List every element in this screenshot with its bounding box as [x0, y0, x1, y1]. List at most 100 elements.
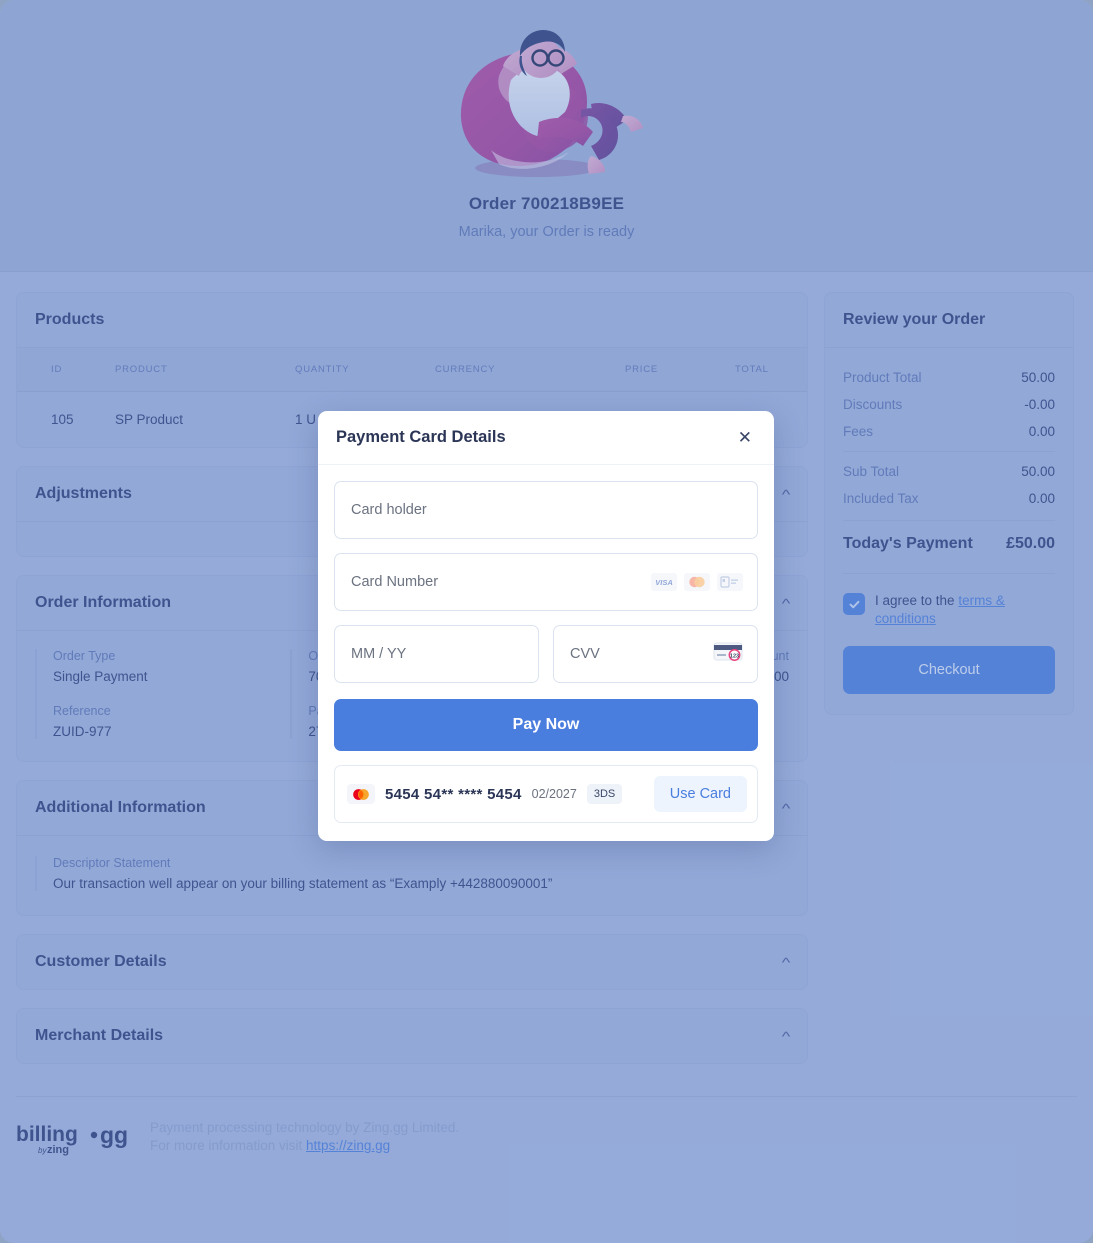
- footer-text: Payment processing technology by Zing.gg…: [150, 1119, 459, 1155]
- col-price: PRICE: [615, 348, 725, 392]
- chevron-up-icon[interactable]: ^: [782, 1030, 791, 1043]
- svg-text:zing: zing: [47, 1144, 69, 1156]
- billing-gg-logo: billing gg by zing: [16, 1119, 132, 1162]
- products-title: Products: [35, 311, 105, 328]
- products-table-head: ID PRODUCT QUANTITY CURRENCY PRICE TOTAL: [17, 348, 807, 392]
- sidebar-column: Review your Order Product Total 50.00 Di…: [824, 292, 1074, 716]
- merchant-details-header[interactable]: Merchant Details ^: [17, 1009, 807, 1063]
- svg-text:123: 123: [730, 653, 739, 659]
- summary-row-fees: Fees 0.00: [843, 418, 1055, 445]
- summary-value: 50.00: [1021, 370, 1055, 385]
- zing-website-link[interactable]: https://zing.gg: [306, 1138, 390, 1153]
- checkmark-icon: [849, 600, 859, 608]
- page-title: Order 700218B9EE: [468, 194, 625, 213]
- summary-row-sub-total: Sub Total 50.00: [843, 451, 1055, 485]
- card-brand-icons: VISA: [651, 573, 743, 591]
- summary-value: -0.00: [1024, 397, 1055, 412]
- col-currency: CURRENCY: [425, 348, 615, 392]
- mastercard-icon: [684, 573, 710, 591]
- descriptor-statement-text: Our transaction well appear on your bill…: [53, 876, 553, 891]
- summary-value: 0.00: [1028, 491, 1055, 506]
- customer-details-title: Customer Details: [35, 953, 167, 970]
- order-type-label: Order Type: [53, 649, 116, 663]
- todays-payment-value: £50.00: [1006, 535, 1055, 552]
- terms-text: I agree to the terms & conditions: [875, 592, 1055, 628]
- chevron-up-icon[interactable]: ^: [782, 597, 791, 610]
- modal-title: Payment Card Details: [336, 428, 506, 446]
- merchant-details-card: Merchant Details ^: [16, 1008, 808, 1064]
- payment-card-details-modal: Payment Card Details ✕ Card holder Card …: [318, 411, 774, 841]
- svg-text:VISA: VISA: [655, 578, 673, 587]
- cvv-field[interactable]: CVV 123: [553, 625, 758, 683]
- card-back-cvv-icon: 123: [713, 641, 743, 667]
- modal-header: Payment Card Details ✕: [318, 411, 774, 465]
- descriptor-statement-label: Descriptor Statement: [53, 856, 171, 870]
- summary-row-discounts: Discounts -0.00: [843, 391, 1055, 418]
- todays-payment-label: Today's Payment: [843, 535, 973, 552]
- close-icon[interactable]: ✕: [734, 427, 756, 448]
- hero-banner: Order 700218B9EE Marika, your Order is r…: [0, 0, 1093, 272]
- customer-details-card: Customer Details ^: [16, 934, 808, 990]
- footer-line-2: For more information visit https://zing.…: [150, 1137, 459, 1155]
- summary-row-product-total: Product Total 50.00: [843, 364, 1055, 391]
- customer-details-header[interactable]: Customer Details ^: [17, 935, 807, 989]
- card-holder-placeholder: Card holder: [351, 502, 427, 518]
- terms-checkbox[interactable]: [843, 593, 865, 615]
- chevron-up-icon[interactable]: ^: [782, 488, 791, 501]
- card-number-placeholder: Card Number: [351, 574, 439, 590]
- col-quantity: QUANTITY: [285, 348, 425, 392]
- col-product: PRODUCT: [105, 348, 285, 392]
- mastercard-icon: [347, 784, 375, 804]
- additional-information-title: Additional Information: [35, 799, 206, 816]
- checkout-page: Order 700218B9EE Marika, your Order is r…: [0, 0, 1093, 1243]
- expiry-placeholder: MM / YY: [351, 646, 407, 662]
- svg-text:billing: billing: [16, 1123, 78, 1146]
- order-type-block: Order Type Single Payment: [53, 649, 280, 684]
- order-information-title: Order Information: [35, 594, 172, 611]
- summary-row-included-tax: Included Tax 0.00: [843, 485, 1055, 512]
- chevron-up-icon[interactable]: ^: [782, 956, 791, 969]
- terms-prefix: I agree to the: [875, 593, 959, 608]
- order-summary-header: Review your Order: [825, 293, 1073, 348]
- order-info-column-1: Order Type Single Payment Reference ZUID…: [35, 649, 280, 739]
- saved-card-expiry: 02/2027: [531, 787, 577, 801]
- summary-label: Discounts: [843, 397, 903, 412]
- footer-line-2-prefix: For more information visit: [150, 1137, 307, 1153]
- generic-card-icon: [717, 573, 743, 591]
- reference-value: ZUID-977: [53, 724, 112, 739]
- card-holder-field[interactable]: Card holder: [334, 481, 758, 539]
- footer-line-1: Payment processing technology by Zing.gg…: [150, 1120, 460, 1135]
- summary-value: 0.00: [1028, 424, 1055, 439]
- col-total: TOTAL: [725, 348, 807, 392]
- saved-card-row: 5454 54** **** 5454 02/2027 3DS Use Card: [334, 765, 758, 823]
- cell-product: SP Product: [115, 412, 184, 427]
- products-header: Products: [17, 293, 807, 348]
- summary-label: Included Tax: [843, 491, 919, 506]
- expiry-field[interactable]: MM / YY: [334, 625, 539, 683]
- pay-now-button[interactable]: Pay Now: [334, 699, 758, 751]
- order-type-value: Single Payment: [53, 669, 148, 684]
- summary-label: Product Total: [843, 370, 922, 385]
- three-ds-badge: 3DS: [586, 784, 623, 804]
- visa-icon: VISA: [651, 573, 677, 591]
- order-summary-card: Review your Order Product Total 50.00 Di…: [824, 292, 1074, 716]
- cvv-hint: 123: [713, 641, 743, 667]
- cvv-placeholder: CVV: [570, 646, 600, 662]
- use-card-button[interactable]: Use Card: [653, 776, 747, 812]
- cell-id: 105: [51, 412, 74, 427]
- chevron-up-icon[interactable]: ^: [782, 802, 791, 815]
- summary-value: 50.00: [1021, 464, 1055, 479]
- svg-text:gg: gg: [100, 1122, 128, 1148]
- col-id: ID: [17, 348, 105, 392]
- checkout-button[interactable]: Checkout: [843, 646, 1055, 695]
- expiry-cvv-row: MM / YY CVV 123: [334, 625, 758, 697]
- summary-label: Sub Total: [843, 464, 900, 479]
- saved-card-number: 5454 54** **** 5454: [385, 785, 522, 803]
- card-number-field[interactable]: Card Number VISA: [334, 553, 758, 611]
- person-relaxing-in-beanbag-illustration: [441, 18, 653, 186]
- adjustments-title: Adjustments: [35, 485, 132, 502]
- table-header-row: ID PRODUCT QUANTITY CURRENCY PRICE TOTAL: [17, 348, 807, 392]
- order-summary-body: Product Total 50.00 Discounts -0.00 Fees…: [825, 348, 1073, 714]
- summary-label: Fees: [843, 424, 874, 439]
- summary-row-todays-payment: Today's Payment £50.00: [843, 520, 1055, 559]
